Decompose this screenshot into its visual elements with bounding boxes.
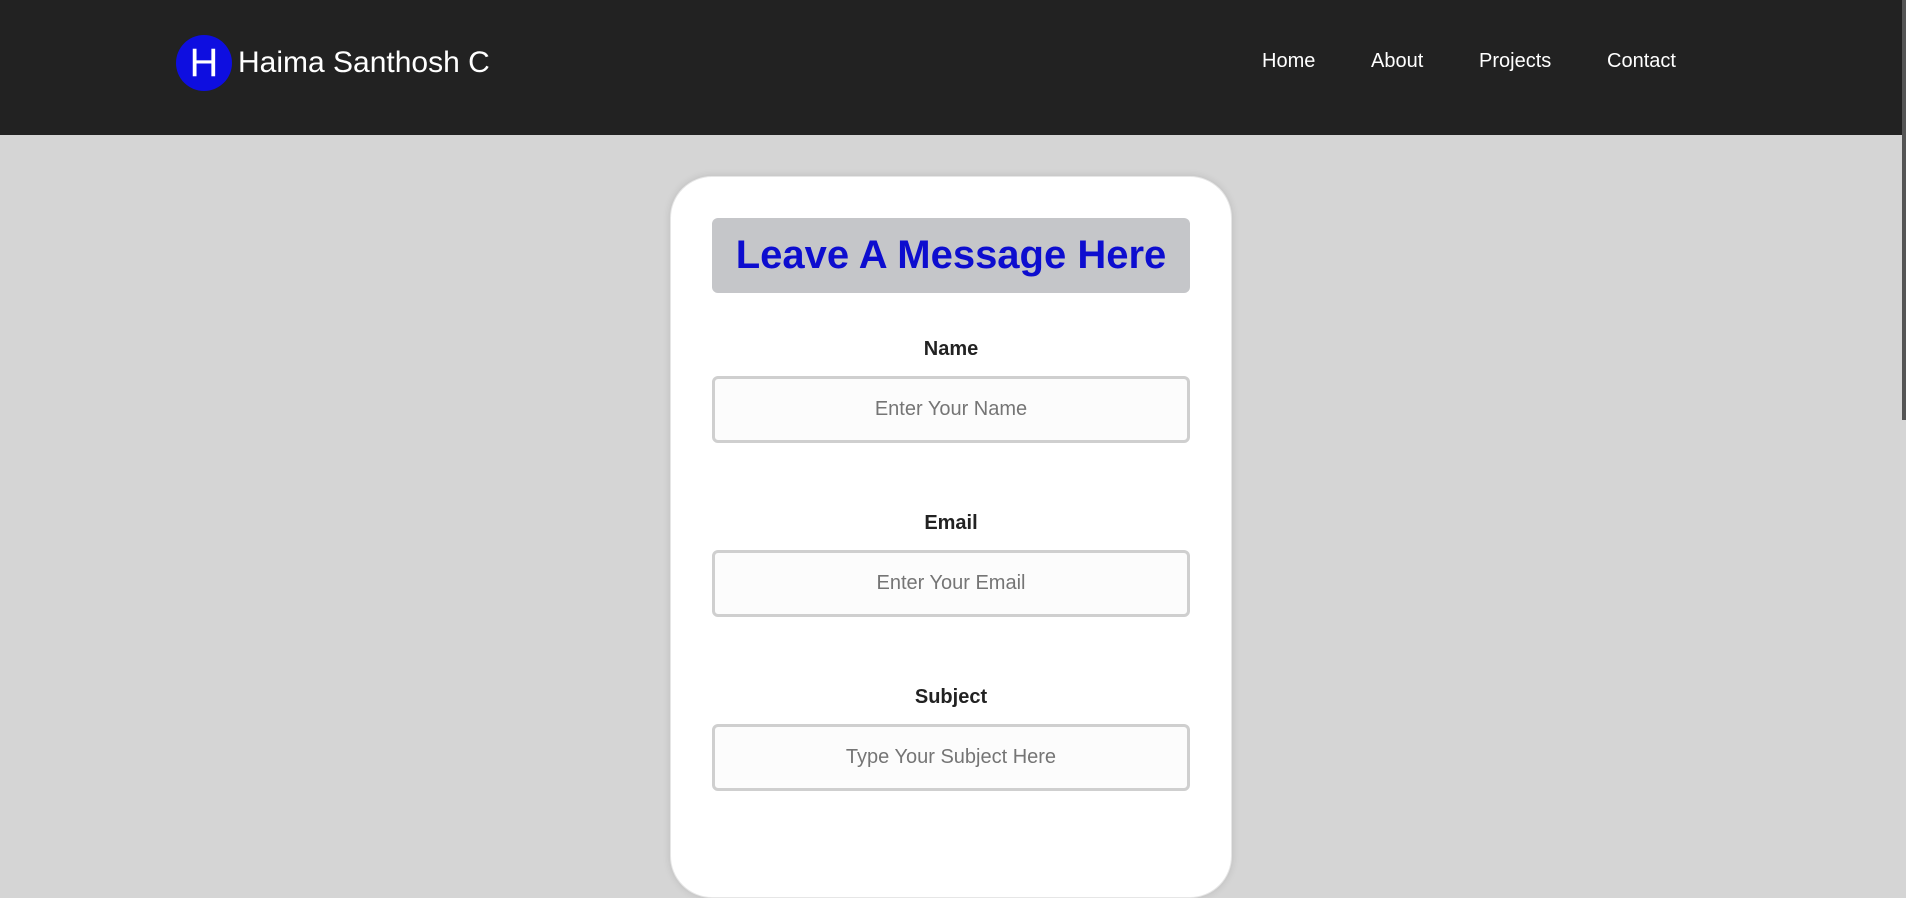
subject-label: Subject <box>914 686 988 708</box>
logo-letter: H <box>189 41 219 85</box>
brand-name[interactable]: Haima Santhosh C <box>238 46 490 80</box>
contact-form-card: Leave A Message Here Name Email Subject <box>670 176 1232 898</box>
subject-input[interactable] <box>712 724 1190 791</box>
scrollbar[interactable] <box>1902 0 1906 420</box>
name-input[interactable] <box>712 376 1190 443</box>
email-label: Email <box>924 512 978 534</box>
nav-link-contact[interactable]: Contact <box>1607 50 1676 73</box>
brand[interactable]: H Haima Santhosh C <box>176 35 490 91</box>
nav-link-about[interactable]: About <box>1371 50 1423 73</box>
nav-link-projects[interactable]: Projects <box>1479 50 1551 73</box>
form-title: Leave A Message Here <box>712 218 1190 293</box>
email-input[interactable] <box>712 550 1190 617</box>
name-label: Name <box>923 338 979 360</box>
logo-icon[interactable]: H <box>176 35 232 91</box>
nav-link-home[interactable]: Home <box>1262 50 1315 73</box>
top-navbar: H Haima Santhosh C Home About Projects C… <box>0 0 1902 135</box>
